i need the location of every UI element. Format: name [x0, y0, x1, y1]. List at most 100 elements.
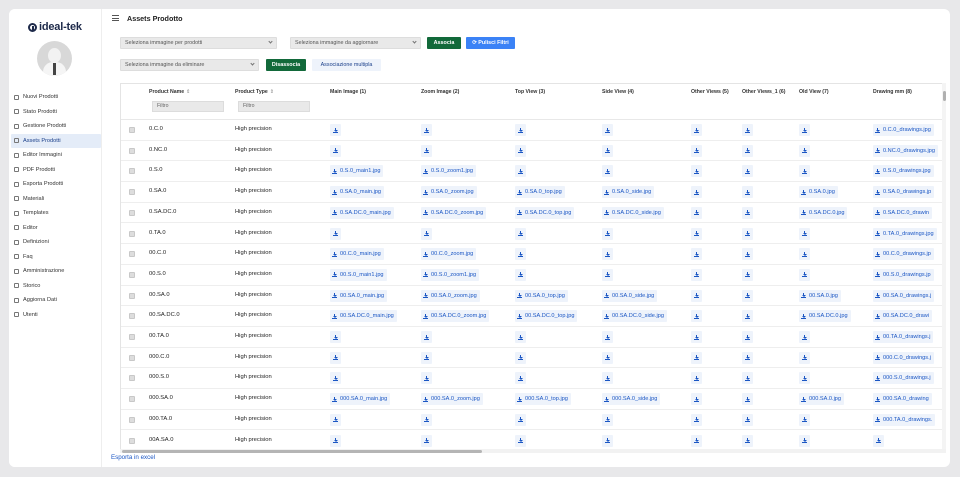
sidebar-item-editor-immagini[interactable]: Editor Immagini: [11, 148, 101, 163]
image-download-link[interactable]: [515, 413, 526, 426]
sort-icon[interactable]: ⇕: [186, 89, 190, 95]
image-download-link[interactable]: 0.SA.DC.0.jpg: [799, 206, 848, 219]
column-filter-input[interactable]: Filtro: [238, 101, 310, 112]
image-download-link[interactable]: 0.C.0_drawings.jpg: [873, 124, 934, 136]
image-download-link[interactable]: 0.S.0_main1.jpg: [330, 165, 384, 178]
column-header[interactable]: Drawing mm (8): [873, 89, 912, 95]
image-download-link[interactable]: 00.S.0_zoom1.jpg: [421, 268, 480, 281]
image-download-link[interactable]: [691, 393, 702, 406]
image-download-link[interactable]: 0.SA.0.jpg: [799, 186, 838, 199]
image-download-link[interactable]: [742, 268, 753, 281]
column-header[interactable]: Top View (3): [515, 89, 545, 95]
image-download-link[interactable]: [421, 227, 432, 240]
sort-icon[interactable]: ⇕: [270, 89, 274, 95]
column-header[interactable]: Other Views (5): [691, 89, 729, 95]
image-download-link[interactable]: [799, 124, 810, 136]
select-image-update[interactable]: Seleziona immagine da aggiornare: [290, 37, 421, 49]
multiple-association-button[interactable]: Associazione multipla: [312, 59, 381, 71]
image-download-link[interactable]: [691, 434, 702, 447]
image-download-link[interactable]: 000.C.0_drawings.j: [873, 351, 934, 364]
image-download-link[interactable]: 00.SA.0_top.jpg: [515, 289, 568, 302]
image-download-link[interactable]: 00.S.0_main1.jpg: [330, 268, 387, 281]
image-download-link[interactable]: [742, 227, 753, 240]
image-download-link[interactable]: [691, 144, 702, 157]
image-download-link[interactable]: 00.S.0_drawings.jp: [873, 268, 934, 281]
sidebar-item-aggiorna-dati[interactable]: Aggiorna Dati: [11, 293, 101, 308]
image-download-link[interactable]: 000.SA.0_drawing: [873, 393, 932, 406]
row-checkbox[interactable]: [129, 437, 135, 444]
image-download-link[interactable]: 00.SA.DC.0_main.jpg: [330, 310, 397, 323]
image-download-link[interactable]: [515, 434, 526, 447]
sidebar-item-nuovi-prodotti[interactable]: Nuovi Prodotti: [11, 90, 101, 105]
image-download-link[interactable]: [742, 310, 753, 323]
image-download-link[interactable]: [691, 268, 702, 281]
image-download-link[interactable]: [742, 248, 753, 261]
image-download-link[interactable]: 000.SA.0_top.jpg: [515, 393, 571, 406]
row-checkbox[interactable]: [129, 147, 135, 154]
image-download-link[interactable]: 0.TA.0_drawings.jpg: [873, 227, 937, 240]
column-header[interactable]: Product Type ⇕: [235, 89, 274, 95]
image-download-link[interactable]: [691, 310, 702, 323]
image-download-link[interactable]: 00.SA.DC.0_top.jpg: [515, 310, 578, 323]
image-download-link[interactable]: [742, 206, 753, 219]
image-download-link[interactable]: [602, 165, 613, 178]
image-download-link[interactable]: [799, 351, 810, 364]
column-header[interactable]: Old View (7): [799, 89, 829, 95]
image-download-link[interactable]: [515, 331, 526, 343]
associa-button[interactable]: Associa: [427, 37, 461, 49]
sidebar-item-gestione-prodotti[interactable]: Gestione Prodotti: [11, 119, 101, 134]
image-download-link[interactable]: 000.TA.0_drawings.: [873, 413, 936, 426]
image-download-link[interactable]: [742, 413, 753, 426]
image-download-link[interactable]: [421, 372, 432, 385]
image-download-link[interactable]: [742, 393, 753, 406]
vertical-scrollbar[interactable]: [942, 83, 946, 453]
image-download-link[interactable]: 00.SA.DC.0_zoom.jpg: [421, 310, 490, 323]
row-checkbox[interactable]: [129, 230, 135, 237]
image-download-link[interactable]: [602, 124, 613, 136]
image-download-link[interactable]: [691, 206, 702, 219]
image-download-link[interactable]: 000.SA.0_side.jpg: [602, 393, 661, 406]
image-download-link[interactable]: [799, 227, 810, 240]
image-download-link[interactable]: 0.SA.DC.0_main.jpg: [330, 206, 394, 219]
image-download-link[interactable]: [515, 124, 526, 136]
row-checkbox[interactable]: [129, 416, 135, 423]
select-image-products[interactable]: Seleziona immagine per prodotti: [120, 37, 277, 49]
image-download-link[interactable]: [873, 434, 884, 447]
row-checkbox[interactable]: [129, 354, 135, 361]
image-download-link[interactable]: 00.SA.DC.0.jpg: [799, 310, 851, 323]
sidebar-item-assets-prodotti[interactable]: Assets Prodotti: [11, 133, 101, 148]
image-download-link[interactable]: [799, 413, 810, 426]
image-download-link[interactable]: [799, 165, 810, 178]
image-download-link[interactable]: [742, 289, 753, 302]
clear-filters-button[interactable]: ⟳ Pulisci Filtri: [466, 37, 515, 49]
image-download-link[interactable]: [515, 248, 526, 261]
image-download-link[interactable]: [421, 144, 432, 157]
sidebar-item-amministrazione[interactable]: Amministrazione: [11, 264, 101, 279]
sidebar-item-editor[interactable]: Editor: [11, 221, 101, 236]
sidebar-item-utenti[interactable]: Utenti: [11, 308, 101, 323]
sidebar-item-esporta-prodotti[interactable]: Esporta Prodotti: [11, 177, 101, 192]
image-download-link[interactable]: 00.C.0_main.jpg: [330, 248, 384, 261]
row-checkbox[interactable]: [129, 334, 135, 340]
image-download-link[interactable]: 00.SA.0_drawings.j: [873, 289, 935, 302]
image-download-link[interactable]: [602, 144, 613, 157]
export-excel-link[interactable]: Esporta in excel: [111, 454, 155, 461]
image-download-link[interactable]: [691, 186, 702, 199]
image-download-link[interactable]: [330, 227, 341, 240]
image-download-link[interactable]: 00.C.0_zoom.jpg: [421, 248, 477, 261]
column-header[interactable]: Other Views_1 (6): [742, 89, 785, 95]
image-download-link[interactable]: 0.SA.DC.0_top.jpg: [515, 206, 575, 219]
image-download-link[interactable]: [742, 351, 753, 364]
sidebar-item-materiali[interactable]: Materiali: [11, 192, 101, 207]
image-download-link[interactable]: [742, 186, 753, 199]
image-download-link[interactable]: [742, 124, 753, 136]
image-download-link[interactable]: [799, 331, 810, 343]
image-download-link[interactable]: 0.SA.0_side.jpg: [602, 186, 655, 199]
image-download-link[interactable]: [330, 434, 341, 447]
image-download-link[interactable]: [515, 372, 526, 385]
sidebar-item-storico[interactable]: Storico: [11, 279, 101, 294]
image-download-link[interactable]: 00.TA.0_drawings.j: [873, 331, 934, 343]
row-checkbox[interactable]: [129, 189, 135, 196]
image-download-link[interactable]: 0.S.0_zoom1.jpg: [421, 165, 476, 178]
row-checkbox[interactable]: [129, 313, 135, 320]
